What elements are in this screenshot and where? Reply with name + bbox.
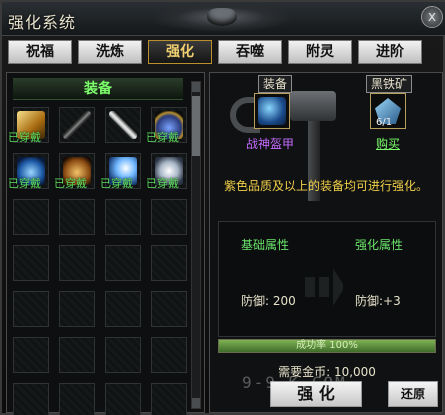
inventory-slot[interactable] — [13, 291, 49, 327]
inventory-slot[interactable] — [13, 383, 49, 415]
site-watermark: 9-9-K.COM — [242, 373, 347, 392]
arrow-right-icon — [305, 262, 345, 312]
blue-helmet-icon — [258, 97, 286, 125]
equip-target-slot[interactable] — [254, 93, 290, 129]
ore-slot-label: 黑铁矿 — [366, 75, 413, 93]
scroll-down-button[interactable] — [192, 398, 200, 408]
inventory-slot[interactable] — [59, 383, 95, 415]
tab-bar: 祝福 洗炼 强化 吞噬 附灵 进阶 — [8, 40, 441, 64]
equipped-tag: 已穿戴 — [54, 177, 87, 190]
inventory-slot[interactable]: 已穿戴 — [146, 153, 187, 190]
tab-enchant[interactable]: 附灵 — [288, 40, 352, 64]
inventory-panel: 装备 已穿戴 已穿戴 已穿戴 已穿戴 已穿戴 已穿戴 — [6, 72, 205, 415]
skull-ornament-icon — [152, 2, 292, 32]
close-button[interactable]: x — [421, 6, 443, 28]
inventory-slot[interactable] — [151, 199, 187, 235]
equipped-tag: 已穿戴 — [146, 177, 179, 190]
inventory-slot[interactable] — [151, 291, 187, 327]
inventory-slot[interactable]: 已穿戴 — [8, 107, 49, 144]
base-attr-header: 基础属性 — [241, 238, 290, 252]
window-title: 强化系统 — [8, 13, 77, 32]
upgrade-attr-header: 强化属性 — [355, 238, 404, 252]
inventory-slot[interactable] — [13, 245, 49, 281]
inventory-slot[interactable] — [59, 337, 95, 373]
inventory-slot[interactable] — [151, 383, 187, 415]
success-rate-bar: 成功率 100% — [218, 339, 436, 353]
inventory-slot[interactable] — [105, 383, 141, 415]
strengthen-panel: 装备 黑铁矿 6/1 战神盔甲 购买 紫色品质及以上的装备均可进行强化。 基础属… — [209, 72, 443, 413]
tab-blessing[interactable]: 祝福 — [8, 40, 72, 64]
inventory-slot[interactable] — [105, 245, 141, 281]
equipped-tag: 已穿戴 — [8, 177, 41, 190]
equipped-tag: 已穿戴 — [8, 131, 41, 144]
inventory-slot[interactable] — [59, 107, 95, 143]
tab-devour[interactable]: 吞噬 — [218, 40, 282, 64]
base-attr-value: 防御: 200 — [241, 294, 296, 308]
tab-strengthen[interactable]: 强化 — [148, 40, 212, 64]
tab-refine[interactable]: 洗炼 — [78, 40, 142, 64]
ore-count: 6/1 — [376, 117, 393, 128]
equipped-tag: 已穿戴 — [100, 177, 133, 190]
short-sword-icon — [109, 111, 137, 139]
success-rate-label: 成功率 100% — [296, 340, 358, 351]
inventory-slot[interactable] — [59, 199, 95, 235]
inventory-slot[interactable]: 已穿戴 — [146, 107, 187, 144]
tab-advance[interactable]: 进阶 — [358, 40, 422, 64]
inventory-slot[interactable] — [105, 199, 141, 235]
dark-staff-icon — [63, 111, 91, 139]
buy-ore-link[interactable]: 购买 — [376, 135, 400, 152]
inventory-slot[interactable] — [151, 245, 187, 281]
inventory-slot[interactable] — [151, 337, 187, 373]
strengthen-hint: 紫色品质及以上的装备均可进行强化。 — [224, 179, 429, 193]
inventory-slot[interactable] — [59, 291, 95, 327]
inventory-slot[interactable] — [105, 337, 141, 373]
inventory-slot[interactable] — [105, 291, 141, 327]
inventory-header: 装备 — [13, 78, 183, 100]
attribute-panel: 基础属性 强化属性 防御: 200 防御:+3 — [218, 221, 436, 337]
inventory-slot[interactable] — [13, 199, 49, 235]
title-bar: 强化系统 x — [2, 2, 445, 36]
inventory-slot[interactable] — [13, 337, 49, 373]
equip-name: 战神盔甲 — [246, 137, 295, 151]
inventory-header-label: 装备 — [84, 81, 112, 97]
equip-slot-label: 装备 — [258, 75, 293, 93]
reset-button[interactable]: 还原 — [388, 381, 438, 407]
inventory-slot[interactable]: 已穿戴 — [8, 153, 49, 190]
inventory-scrollbar[interactable] — [191, 81, 201, 409]
scroll-thumb[interactable] — [192, 96, 200, 156]
inventory-slot[interactable]: 已穿戴 — [54, 153, 95, 190]
upgrade-attr-value: 防御:+3 — [355, 294, 401, 308]
scroll-up-button[interactable] — [192, 82, 200, 92]
hammer-head — [290, 91, 336, 121]
inventory-slot[interactable] — [59, 245, 95, 281]
strengthen-window: 强化系统 x 祝福 洗炼 强化 吞噬 附灵 进阶 装备 已穿戴 已穿戴 已穿戴 … — [0, 0, 445, 415]
equipped-tag: 已穿戴 — [146, 131, 179, 144]
inventory-slot[interactable]: 已穿戴 — [100, 153, 141, 190]
inventory-slot[interactable] — [105, 107, 141, 143]
